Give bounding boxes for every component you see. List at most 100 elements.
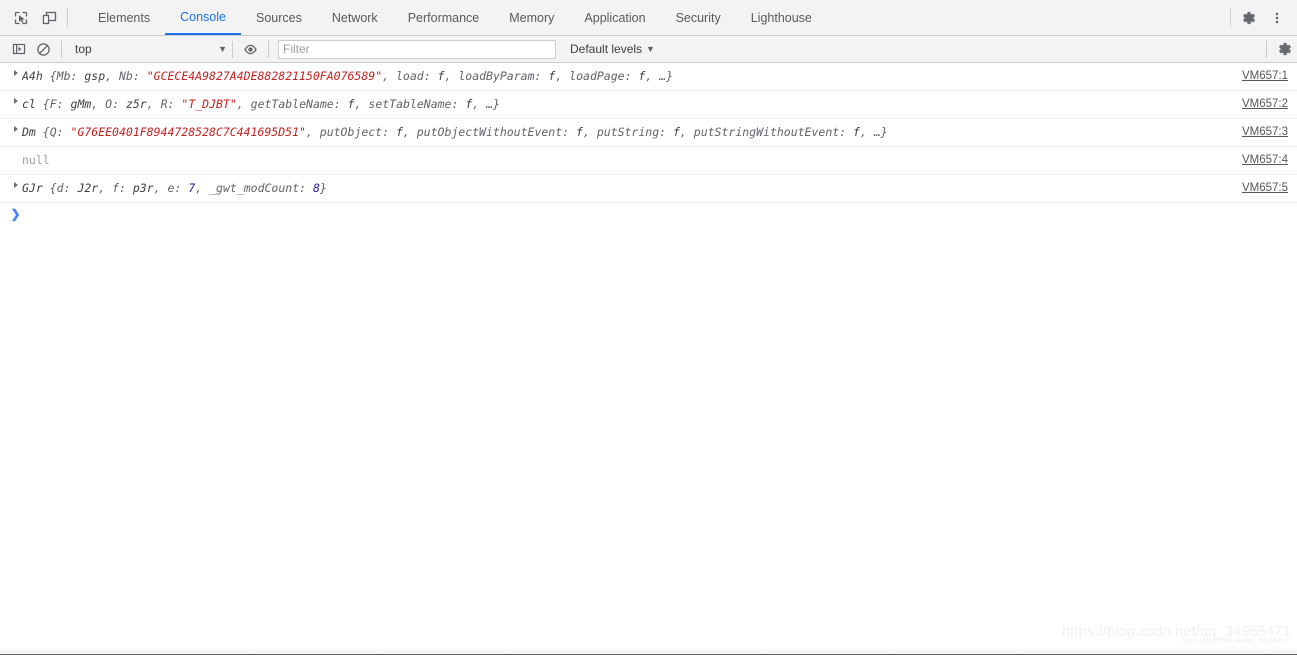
message-token-punct: : — [451, 97, 466, 111]
source-location-link[interactable]: VM657:1 — [1222, 63, 1288, 90]
console-message-row[interactable]: cl {F: gMm, O: z5r, R: "T_DJBT", getTabl… — [0, 91, 1297, 119]
message-token-punct: { — [42, 181, 57, 195]
console-prompt-input[interactable] — [22, 203, 1297, 225]
expand-arrow-icon[interactable] — [9, 63, 22, 76]
devtools-settings-button[interactable] — [1235, 4, 1263, 32]
console-message-row[interactable]: Dm {Q: "G76EE0401F8944728528C7C441695D51… — [0, 119, 1297, 147]
tab-sources[interactable]: Sources — [241, 0, 317, 35]
console-message-row[interactable]: GJr {d: J2r, f: p3r, e: 7, _gwt_modCount… — [0, 175, 1297, 203]
message-token-k: f — [112, 181, 120, 195]
console-message-text: cl {F: gMm, O: z5r, R: "T_DJBT", getTabl… — [22, 91, 1222, 118]
message-token-punct: : — [382, 125, 396, 139]
message-token-num: 8 — [312, 181, 320, 195]
source-location-link[interactable]: VM657:5 — [1222, 175, 1288, 202]
message-token-punct: , — [582, 125, 597, 139]
console-message-row[interactable]: null VM657:4 — [0, 147, 1297, 175]
message-token-punct: , — [305, 125, 320, 139]
message-token-punct: : — [63, 181, 78, 195]
tab-network[interactable]: Network — [317, 0, 393, 35]
devtools-more-options-button[interactable] — [1263, 4, 1291, 32]
tab-console[interactable]: Console — [165, 0, 241, 35]
message-token-punct: : — [167, 97, 182, 111]
inspect-element-icon — [14, 11, 28, 24]
message-token-punct: , — [444, 69, 459, 83]
filter-input[interactable] — [278, 39, 556, 59]
tabbar-divider-right — [1230, 8, 1231, 27]
message-token-str: "GCECE4A9827A4DE882821150FA076589" — [146, 69, 383, 83]
tab-security[interactable]: Security — [661, 0, 736, 35]
console-message-row[interactable]: A4h {Mb: gsp, Nb: "GCECE4A9827A4DE882821… — [0, 63, 1297, 91]
message-token-punct: : — [659, 125, 673, 139]
message-token-fn: f — [347, 97, 355, 111]
message-token-punct: , — [402, 125, 417, 139]
message-token-fn: f — [672, 125, 680, 139]
message-token-punct: , — [153, 181, 168, 195]
tab-elements[interactable]: Elements — [83, 0, 165, 35]
source-location-link[interactable]: VM657:2 — [1222, 91, 1288, 118]
prompt-chevron-icon: ❯ — [10, 207, 21, 221]
message-token-punct: : — [70, 69, 85, 83]
message-token-k: loadPage — [569, 69, 625, 83]
console-message-text: Dm {Q: "G76EE0401F8944728528C7C441695D51… — [22, 119, 1222, 146]
message-token-punct: : — [624, 69, 639, 83]
console-sidebar-toggle-button[interactable] — [6, 37, 31, 62]
message-token-punct: : — [174, 181, 189, 195]
message-token-k: putObject — [319, 125, 383, 139]
execution-context-selector[interactable]: top ▼ — [67, 42, 227, 56]
live-expression-button[interactable] — [238, 37, 263, 62]
tab-performance[interactable]: Performance — [393, 0, 495, 35]
message-token-punct: : — [333, 97, 348, 111]
message-token-fn: J2r — [77, 181, 99, 195]
tab-label: Elements — [98, 10, 151, 25]
console-settings-button[interactable] — [1272, 37, 1297, 62]
expand-arrow-icon[interactable] — [9, 91, 22, 104]
message-token-k: load — [395, 69, 424, 83]
tab-memory[interactable]: Memory — [494, 0, 569, 35]
inspect-element-button[interactable] — [7, 4, 35, 32]
message-token-punct: , — [555, 69, 570, 83]
chevron-down-icon: ▼ — [646, 44, 655, 54]
tab-label: Lighthouse — [750, 10, 812, 25]
triangle-right-icon — [13, 182, 18, 188]
message-token-k: F — [49, 97, 57, 111]
message-token-k: putString — [596, 125, 660, 139]
console-message-text: null — [22, 147, 1222, 174]
device-toolbar-button[interactable] — [35, 4, 63, 32]
triangle-right-icon — [13, 70, 18, 76]
message-token-punct: : — [119, 181, 133, 195]
log-levels-label: Default levels — [570, 42, 643, 56]
console-prompt-row[interactable]: ❯ — [0, 203, 1297, 225]
source-location-link[interactable]: VM657:3 — [1222, 119, 1288, 146]
expand-arrow-icon[interactable] — [9, 119, 22, 132]
tabbar-left-icons — [0, 0, 76, 35]
message-token-punct: : — [112, 97, 126, 111]
message-token-punct: , …} — [859, 125, 888, 139]
message-token-str: "G76EE0401F8944728528C7C441695D51" — [70, 125, 306, 139]
message-token-punct: { — [42, 69, 57, 83]
log-levels-selector[interactable]: Default levels ▼ — [570, 42, 655, 56]
message-token-punct: : — [132, 69, 147, 83]
gear-icon — [1278, 42, 1291, 56]
message-token-cls: cl — [22, 97, 36, 111]
tab-application[interactable]: Application — [569, 0, 660, 35]
message-token-punct: { — [35, 97, 50, 111]
message-token-k: loadByParam — [458, 69, 535, 83]
toolbar-divider-3 — [268, 40, 269, 58]
expand-arrow-icon[interactable] — [9, 175, 22, 188]
message-token-k: getTableName — [250, 97, 334, 111]
clear-console-button[interactable] — [31, 37, 56, 62]
message-token-str: "T_DJBT" — [181, 97, 237, 111]
message-token-punct: { — [35, 125, 50, 139]
tab-label: Application — [584, 10, 646, 25]
message-token-fn: p3r — [132, 181, 154, 195]
message-token-punct: } — [319, 181, 327, 195]
console-message-list[interactable]: A4h {Mb: gsp, Nb: "GCECE4A9827A4DE882821… — [0, 63, 1297, 654]
triangle-right-icon — [13, 126, 18, 132]
tab-lighthouse[interactable]: Lighthouse — [736, 0, 827, 35]
message-token-k: putStringWithoutEvent — [693, 125, 840, 139]
message-token-fn: f — [395, 125, 403, 139]
message-token-fn: z5r — [125, 97, 147, 111]
source-location-link[interactable]: VM657:4 — [1222, 147, 1288, 174]
message-token-cls: GJr — [22, 181, 43, 195]
panel-tabs: Elements Console Sources Network Perform… — [76, 0, 1226, 35]
